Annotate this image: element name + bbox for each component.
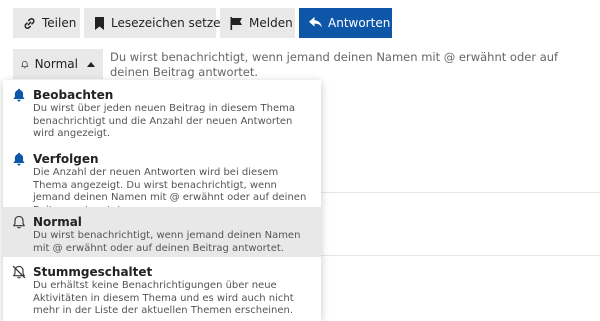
bell-outline-icon xyxy=(21,60,29,68)
option-watching[interactable]: Beobachten Du wirst über jeden neuen Bei… xyxy=(3,80,321,144)
bell-slash-icon xyxy=(12,265,26,279)
notification-options-menu: Beobachten Du wirst über jeden neuen Bei… xyxy=(3,80,321,321)
notification-level-label: Normal xyxy=(34,57,78,71)
reply-icon xyxy=(309,17,322,28)
option-regular[interactable]: Normal Du wirst benachrichtigt, wenn jem… xyxy=(3,207,321,257)
option-description: Du erhältst keine Benachrichtigungen übe… xyxy=(33,280,294,316)
share-button[interactable]: Teilen xyxy=(13,8,80,38)
share-label: Teilen xyxy=(42,16,77,30)
flag-label: Melden xyxy=(249,16,293,30)
notification-level-button[interactable]: Normal xyxy=(13,49,103,79)
divider xyxy=(321,255,600,256)
option-title: Normal xyxy=(33,215,82,229)
bell-filled-icon xyxy=(13,88,25,102)
link-icon xyxy=(24,17,35,29)
notification-level-description: Du wirst benachrichtigt, wenn jemand dei… xyxy=(110,50,559,79)
option-description: Du wirst benachrichtigt, wenn jemand dei… xyxy=(33,230,301,254)
bookmark-label: Lesezeichen setzen xyxy=(111,16,229,30)
option-title: Beobachten xyxy=(33,88,114,102)
option-title: Verfolgen xyxy=(33,152,99,166)
bookmark-icon xyxy=(95,16,104,30)
option-title: Stummgeschaltet xyxy=(33,265,153,279)
bookmark-button[interactable]: Lesezeichen setzen xyxy=(84,8,228,38)
bell-filled-icon xyxy=(13,152,25,166)
reply-button[interactable]: Antworten xyxy=(299,8,392,38)
flag-button[interactable]: Melden xyxy=(220,8,295,38)
option-muted[interactable]: Stummgeschaltet Du erhältst keine Benach… xyxy=(3,257,321,321)
flag-icon xyxy=(230,16,242,30)
caret-up-icon xyxy=(87,61,95,67)
divider xyxy=(321,192,600,193)
option-tracking[interactable]: Verfolgen Die Anzahl der neuen Antworten… xyxy=(3,144,321,216)
reply-label: Antworten xyxy=(328,16,391,30)
option-description: Du wirst über jeden neuen Beitrag in die… xyxy=(33,103,295,139)
bell-outline-icon xyxy=(13,215,25,229)
